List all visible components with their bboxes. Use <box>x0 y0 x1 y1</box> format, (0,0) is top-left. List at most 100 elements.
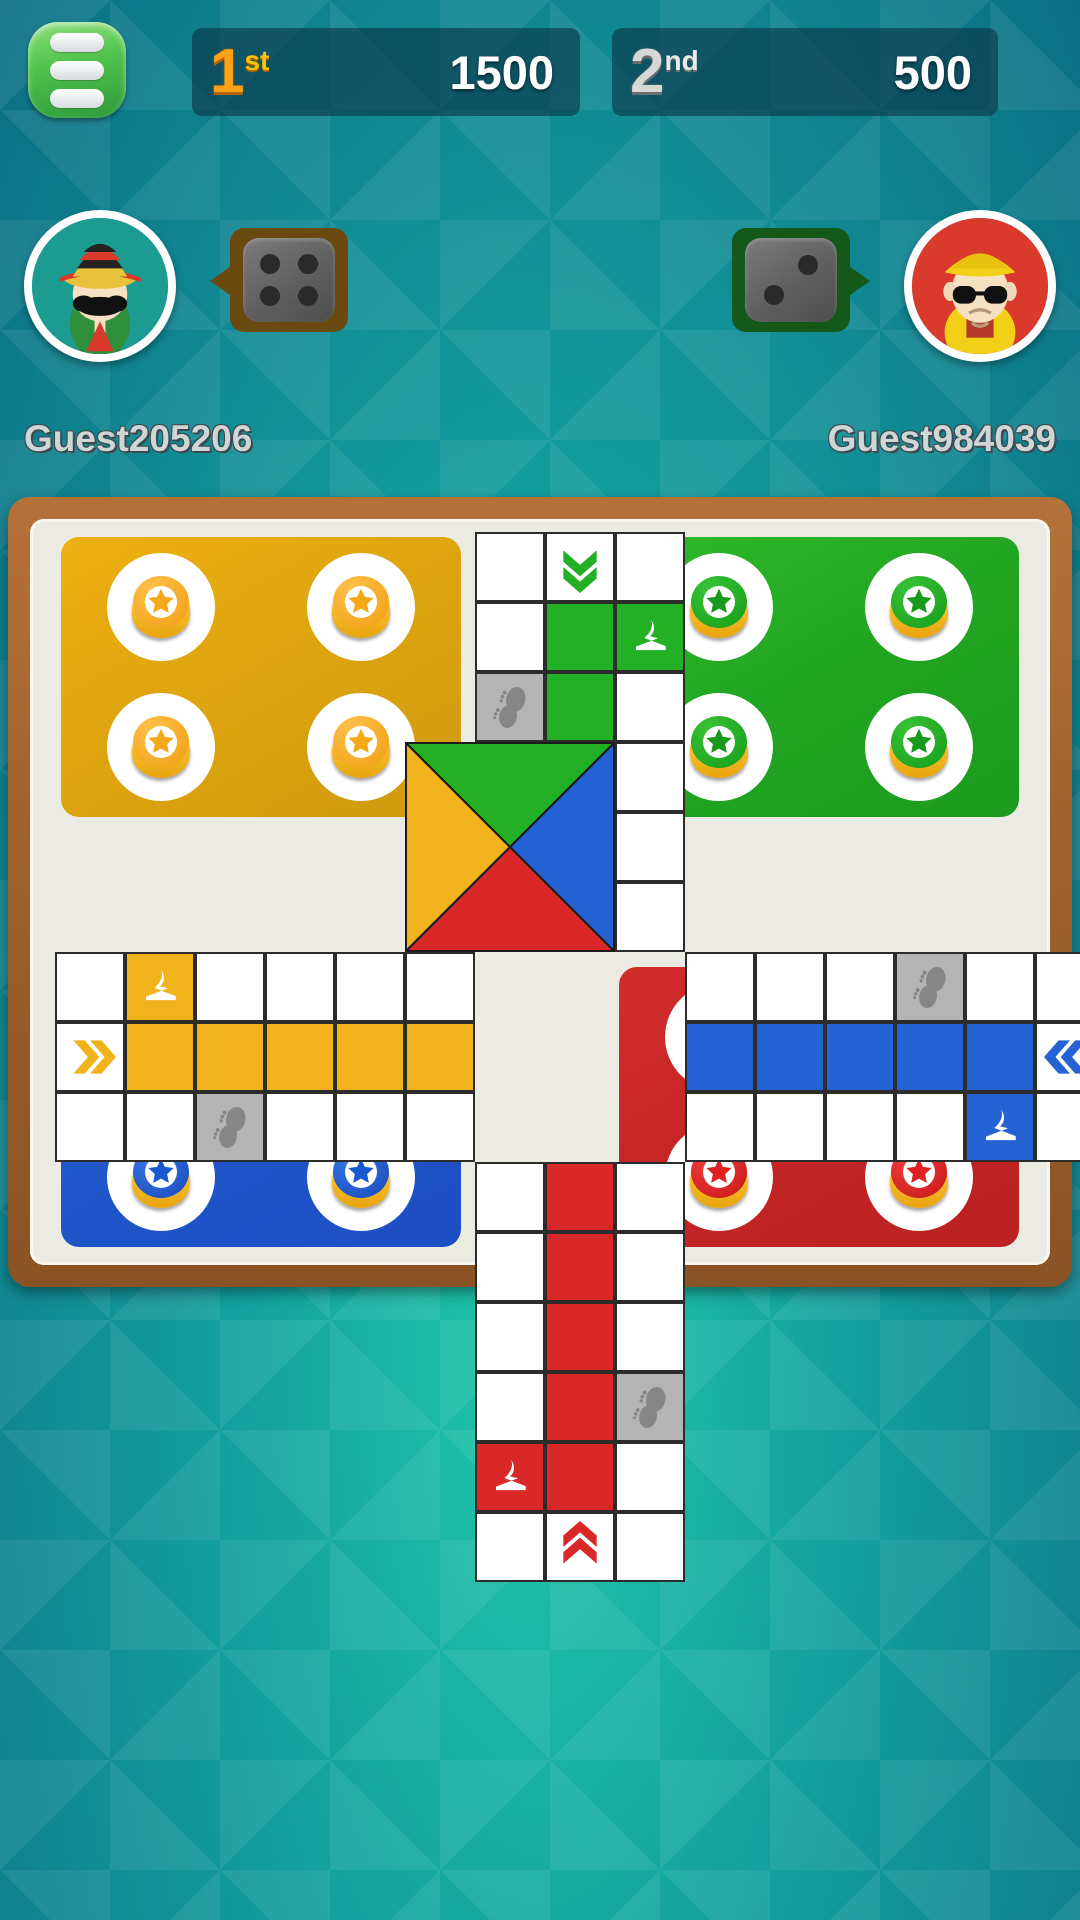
track-cell[interactable] <box>335 952 405 1022</box>
dice-pointer-left <box>210 264 234 298</box>
dice-pointer-right <box>846 264 870 298</box>
cell-glyph <box>897 954 963 1020</box>
track-cell[interactable] <box>895 1092 965 1162</box>
player-name-top-right: Guest984039 <box>827 418 1056 459</box>
track-cell[interactable] <box>55 952 125 1022</box>
rank-number: 2 <box>630 37 665 106</box>
track-cell[interactable] <box>755 1022 825 1092</box>
track-cell[interactable] <box>475 672 545 742</box>
cell-glyph <box>477 674 543 740</box>
track-cell[interactable] <box>475 602 545 672</box>
track-cell[interactable] <box>405 1022 475 1092</box>
track-cell[interactable] <box>895 1022 965 1092</box>
board-grid <box>55 532 1080 1582</box>
track-cell[interactable] <box>685 1092 755 1162</box>
track-cell[interactable] <box>335 1022 405 1092</box>
track-cell[interactable] <box>685 1022 755 1092</box>
track-cell[interactable] <box>895 952 965 1022</box>
track-cell[interactable] <box>965 1092 1035 1162</box>
track-cell[interactable] <box>615 602 685 672</box>
home-slot <box>307 693 415 801</box>
rank-badge-first: 1st <box>210 41 269 103</box>
track-cell[interactable] <box>545 602 615 672</box>
token-yellow[interactable] <box>130 714 192 780</box>
track-cell[interactable] <box>1035 1022 1080 1092</box>
dice-top-right[interactable] <box>732 228 870 332</box>
track-cell[interactable] <box>755 952 825 1022</box>
track-cell[interactable] <box>615 742 685 812</box>
sombrero-man-avatar <box>32 218 168 354</box>
rank-suffix: st <box>244 45 270 76</box>
cell-glyph <box>127 954 193 1020</box>
token-green[interactable] <box>888 574 950 640</box>
token-green[interactable] <box>688 714 750 780</box>
track-cell[interactable] <box>125 1022 195 1092</box>
track-cell[interactable] <box>615 532 685 602</box>
ludo-board[interactable] <box>8 497 1080 1582</box>
menu-line-2 <box>50 60 104 80</box>
track-cell[interactable] <box>615 812 685 882</box>
track-cell[interactable] <box>125 1092 195 1162</box>
token-yellow[interactable] <box>330 714 392 780</box>
avatar-top-right[interactable] <box>904 210 1056 362</box>
board-inner-surface <box>30 519 1080 1582</box>
track-cell[interactable] <box>475 532 545 602</box>
track-cell[interactable] <box>125 952 195 1022</box>
track-cell[interactable] <box>195 1022 265 1092</box>
menu-line-3 <box>50 88 104 108</box>
track-cell[interactable] <box>545 532 615 602</box>
home-base-yellow[interactable] <box>61 537 461 817</box>
score-value-second: 500 <box>893 45 972 99</box>
track-cell[interactable] <box>195 1092 265 1162</box>
track-cell[interactable] <box>1035 1092 1080 1162</box>
hardhat-sunglasses-man-avatar <box>912 218 1048 354</box>
cell-glyph <box>617 604 683 670</box>
home-slot <box>865 553 973 661</box>
token-yellow[interactable] <box>130 574 192 640</box>
player-name-top-left: Guest205206 <box>24 418 253 459</box>
track-cell[interactable] <box>55 1092 125 1162</box>
token-green[interactable] <box>888 714 950 780</box>
token-green[interactable] <box>688 574 750 640</box>
hamburger-menu-icon[interactable] <box>28 22 126 118</box>
track-cell[interactable] <box>195 952 265 1022</box>
track-cell[interactable] <box>265 1092 335 1162</box>
top-bar: 1st 1500 2nd 500 <box>0 0 1080 145</box>
track-cell[interactable] <box>615 1162 685 1232</box>
track-cell[interactable] <box>265 1022 335 1092</box>
cell-glyph <box>197 1094 263 1160</box>
track-cell[interactable] <box>965 952 1035 1022</box>
home-slot <box>107 693 215 801</box>
token-yellow[interactable] <box>330 574 392 640</box>
center-home-triangles <box>405 742 615 952</box>
track-cell[interactable] <box>545 672 615 742</box>
track-cell[interactable] <box>965 1022 1035 1092</box>
track-cell[interactable] <box>825 1092 895 1162</box>
track-cell[interactable] <box>405 1092 475 1162</box>
track-cell[interactable] <box>755 1092 825 1162</box>
cell-glyph <box>967 1094 1033 1160</box>
score-value-first: 1500 <box>449 45 554 99</box>
track-cell[interactable] <box>615 672 685 742</box>
track-cell[interactable] <box>55 1022 125 1092</box>
rank-badge-second: 2nd <box>630 41 699 103</box>
track-cell[interactable] <box>685 952 755 1022</box>
track-cell[interactable] <box>1035 952 1080 1022</box>
home-slot <box>865 693 973 801</box>
track-cell[interactable] <box>335 1092 405 1162</box>
cell-glyph <box>57 1024 123 1090</box>
track-cell[interactable] <box>405 952 475 1022</box>
cell-glyph <box>1037 1024 1080 1090</box>
dice-top-left[interactable] <box>210 228 348 332</box>
track-cell[interactable] <box>475 1162 545 1232</box>
track-cell[interactable] <box>265 952 335 1022</box>
track-cell[interactable] <box>615 882 685 952</box>
home-slot <box>107 553 215 661</box>
avatar-top-left[interactable] <box>24 210 176 362</box>
track-cell[interactable] <box>825 952 895 1022</box>
score-chip-second-place: 2nd 500 <box>612 28 998 116</box>
track-cell[interactable] <box>825 1022 895 1092</box>
cell-glyph <box>547 534 613 600</box>
track-cell[interactable] <box>545 1162 615 1232</box>
home-slot <box>307 553 415 661</box>
